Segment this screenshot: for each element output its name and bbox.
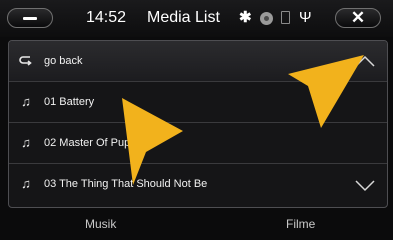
minus-icon xyxy=(23,17,37,20)
back-arrow-icon xyxy=(19,53,33,69)
tab-musik[interactable]: Musik xyxy=(85,216,116,232)
list-item-label: 01 Battery xyxy=(44,96,95,108)
list-item-go-back[interactable]: go back xyxy=(9,41,387,82)
minimize-button[interactable] xyxy=(7,8,53,28)
list-item[interactable]: ♫ 02 Master Of Puppets xyxy=(9,123,387,164)
music-note-icon: ♫ xyxy=(21,135,31,150)
chevron-up-icon[interactable] xyxy=(352,49,378,73)
usb-icon: Ψ xyxy=(299,9,312,26)
close-button[interactable]: ✕ xyxy=(335,8,381,28)
tab-bar: Musik Filme xyxy=(0,210,393,240)
list-item-label: 02 Master Of Puppets xyxy=(44,137,151,149)
list-item[interactable]: ♫ 01 Battery xyxy=(9,82,387,123)
chevron-down-icon[interactable] xyxy=(352,173,378,197)
disc-icon xyxy=(260,12,273,25)
music-note-icon: ♫ xyxy=(21,176,31,191)
close-icon: ✕ xyxy=(350,8,366,27)
list-item[interactable]: ♫ 03 The Thing That Should Not Be xyxy=(9,164,387,204)
music-note-icon: ♫ xyxy=(21,94,31,109)
bluetooth-icon: ✱ xyxy=(239,9,252,26)
list-item-label: 03 The Thing That Should Not Be xyxy=(44,178,208,190)
clock: 14:52 xyxy=(86,9,127,26)
page-title: Media List xyxy=(147,9,220,26)
sd-card-icon xyxy=(281,11,290,24)
tab-filme[interactable]: Filme xyxy=(286,216,315,232)
media-list: go back ♫ 01 Battery ♫ 02 Master Of Pupp… xyxy=(8,40,388,208)
list-item-label: go back xyxy=(44,55,83,67)
status-bar: 14:52 Media List ✱ Ψ ✕ xyxy=(0,0,393,37)
